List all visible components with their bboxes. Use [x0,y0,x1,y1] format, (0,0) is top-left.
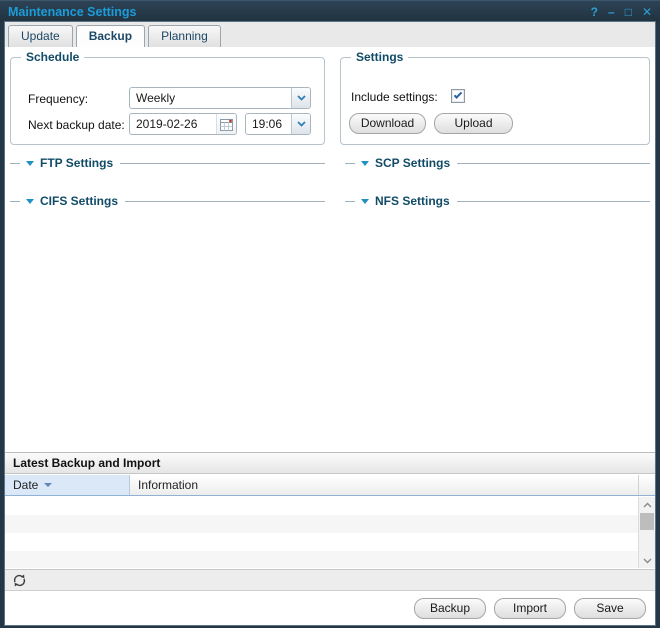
next-backup-date-field[interactable]: 2019-02-26 [129,113,237,135]
frequency-value: Weekly [130,91,291,105]
section-label: SCP Settings [375,156,450,170]
column-label: Date [13,478,38,492]
tab-update[interactable]: Update [8,25,73,47]
section-nfs-settings[interactable]: NFS Settings [345,193,650,209]
section-scp-settings[interactable]: SCP Settings [345,155,650,171]
scroll-down-icon[interactable] [639,553,655,568]
divider [457,163,650,164]
divider [125,201,325,202]
latest-backup-header: Latest Backup and Import [5,452,655,474]
collapse-arrow-icon[interactable] [361,161,369,166]
collapse-arrow-icon[interactable] [26,161,34,166]
settings-groupbox: Settings Include settings: Download Uplo… [340,57,650,145]
table-row [5,515,638,533]
chevron-down-icon[interactable] [291,114,310,134]
grid-body [5,497,655,568]
include-settings-checkbox[interactable] [451,89,465,103]
column-header-date[interactable]: Date [5,475,130,495]
sort-desc-icon [44,483,52,487]
maintenance-settings-window: Maintenance Settings ? – □ ✕ Update Back… [0,0,660,628]
scrollbar-thumb[interactable] [640,513,654,530]
divider [10,201,20,202]
divider [10,163,20,164]
check-icon [454,90,462,98]
tab-bar: Update Backup Planning [5,22,655,47]
next-backup-date-value: 2019-02-26 [130,117,216,131]
footer-bar: Backup Import Save [5,592,655,625]
section-label: FTP Settings [40,156,113,170]
maximize-icon[interactable]: □ [625,2,632,22]
window-controls: ? – □ ✕ [591,2,652,22]
grid-header: Date Information [5,475,655,496]
section-ftp-settings[interactable]: FTP Settings [10,155,325,171]
column-label: Information [138,478,198,492]
divider [345,201,355,202]
column-header-spacer [639,475,655,495]
window-body: Update Backup Planning Schedule Frequenc… [5,22,655,625]
title-bar: Maintenance Settings ? – □ ✕ [0,0,660,22]
settings-legend: Settings [351,50,408,64]
next-backup-label: Next backup date: [28,118,125,132]
upload-button[interactable]: Upload [434,113,513,134]
vertical-scrollbar[interactable] [638,497,655,568]
next-backup-time-select[interactable]: 19:06 [245,113,311,135]
table-row [5,497,638,515]
tab-planning[interactable]: Planning [148,25,221,47]
calendar-icon[interactable] [216,114,236,134]
tab-backup[interactable]: Backup [76,25,145,47]
refresh-icon[interactable] [12,573,27,588]
save-button[interactable]: Save [574,598,646,619]
grid-rows [5,497,638,568]
scroll-up-icon[interactable] [639,497,655,512]
backup-button[interactable]: Backup [414,598,486,619]
column-header-information[interactable]: Information [130,475,639,495]
frequency-label: Frequency: [28,92,88,106]
include-settings-label: Include settings: [351,90,438,104]
divider [120,163,325,164]
divider [345,163,355,164]
section-label: NFS Settings [375,194,450,208]
table-row [5,533,638,551]
minimize-icon[interactable]: – [608,2,615,22]
schedule-legend: Schedule [21,50,84,64]
schedule-groupbox: Schedule Frequency: Weekly Next backup d… [10,57,325,145]
close-icon[interactable]: ✕ [642,2,652,22]
grid-toolbar [5,569,655,591]
download-button[interactable]: Download [349,113,426,134]
frequency-select[interactable]: Weekly [129,87,311,109]
table-row [5,551,638,568]
next-backup-time-value: 19:06 [246,117,291,131]
import-button[interactable]: Import [494,598,566,619]
window-title: Maintenance Settings [8,5,137,19]
collapse-arrow-icon[interactable] [361,199,369,204]
section-label: CIFS Settings [40,194,118,208]
collapse-arrow-icon[interactable] [26,199,34,204]
chevron-down-icon[interactable] [291,88,310,108]
section-cifs-settings[interactable]: CIFS Settings [10,193,325,209]
divider [457,201,650,202]
help-icon[interactable]: ? [591,2,598,22]
